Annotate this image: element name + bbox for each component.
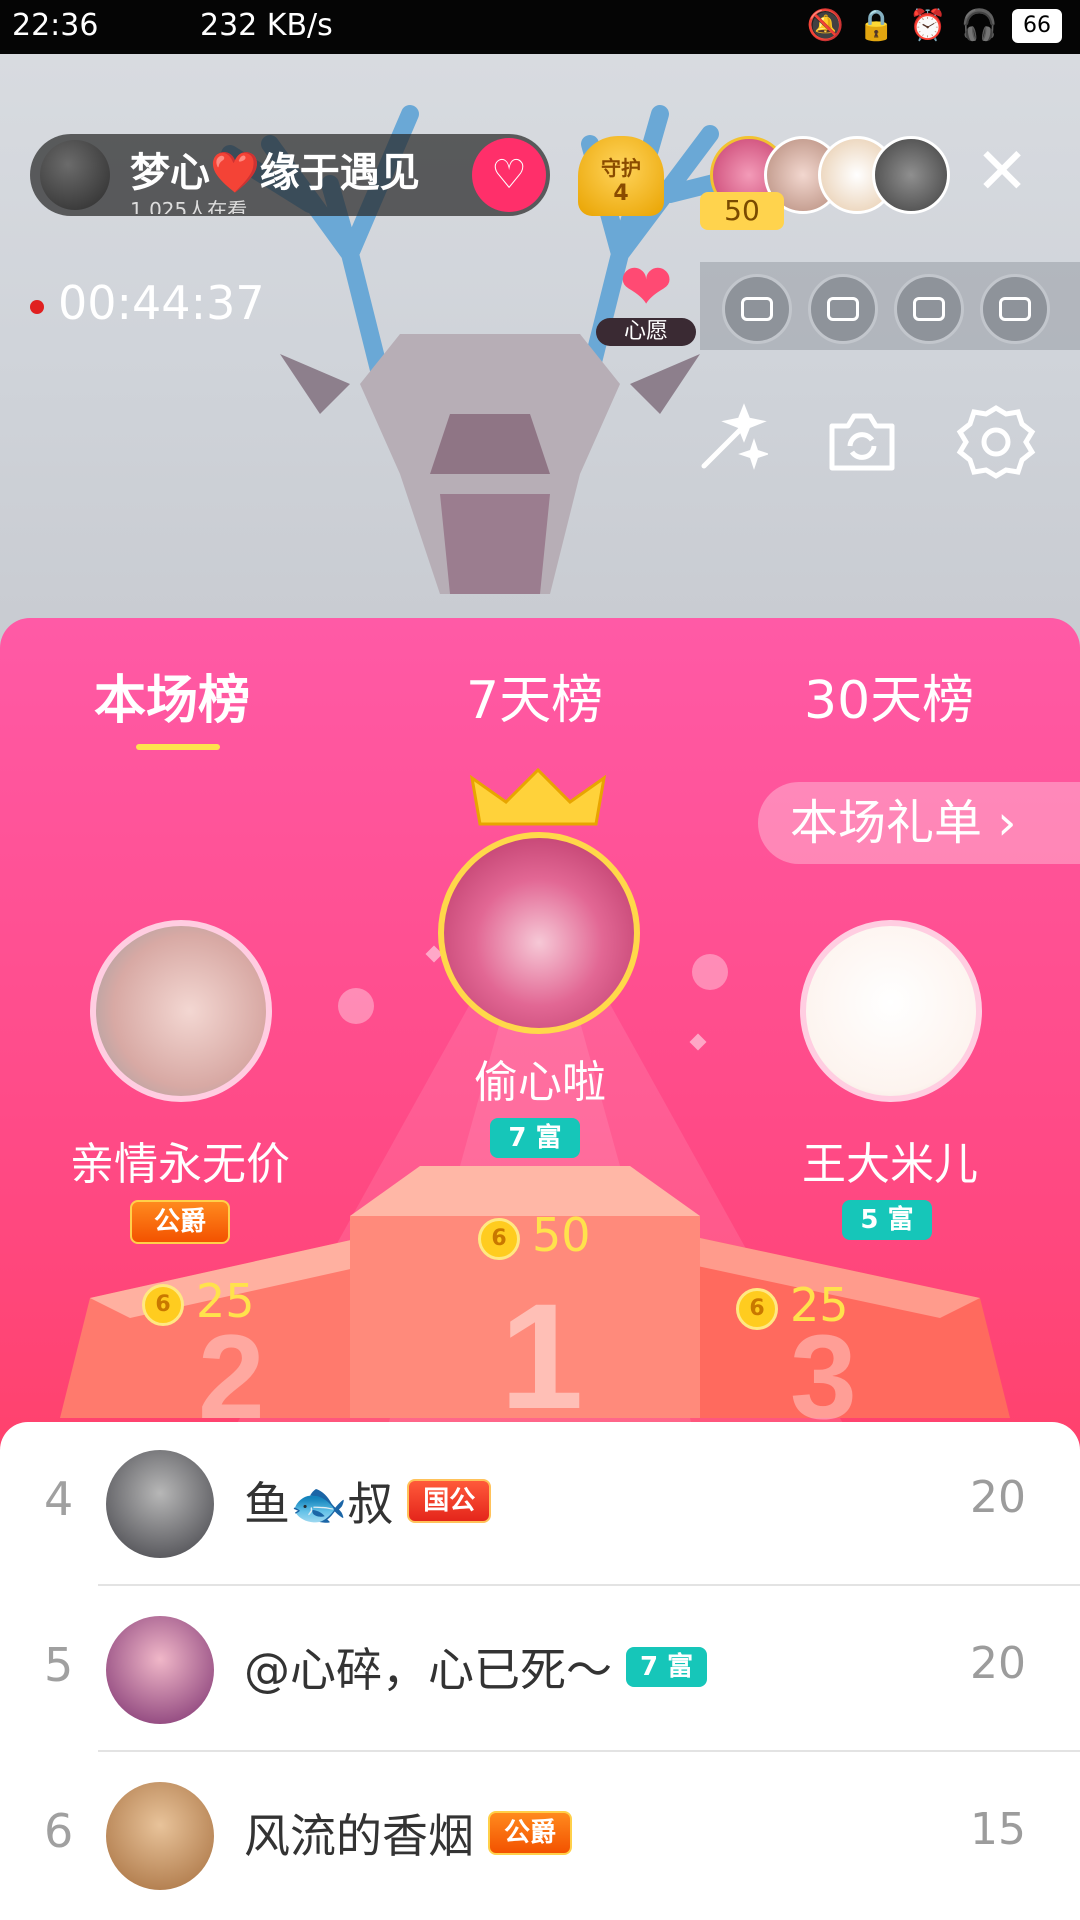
close-icon[interactable]: ✕: [972, 140, 1032, 204]
heart-face-icon: ❤: [619, 251, 673, 325]
guard-count: 4: [613, 181, 629, 206]
host-name: 梦心❤️缘于遇见: [130, 150, 420, 196]
coin-icon: 6: [142, 1283, 184, 1326]
sofa-seat-icon[interactable]: [980, 274, 1050, 344]
title-badge: 公爵: [488, 1811, 573, 1855]
viewer-count-text: 1,025人在看: [130, 198, 248, 214]
rank-1-wealth-badge: 7 富: [490, 1118, 580, 1158]
headphones-icon: 🎧: [960, 8, 998, 43]
divider: [98, 1750, 1080, 1752]
live-timer: 00:44:37: [30, 276, 265, 330]
rank-2-avatar[interactable]: [90, 920, 272, 1102]
list-rank: 5: [44, 1638, 74, 1692]
ranking-list: 4 鱼🐟叔 国公 20 5 @心碎，心已死～ 7 富 20 6 风流的香烟 公爵…: [0, 1422, 1080, 1920]
rank-2-title-badge: 公爵: [130, 1200, 230, 1244]
host-info-pill[interactable]: 梦心❤️缘于遇见 1,025人在看 ♡: [30, 134, 550, 216]
live-video[interactable]: 梦心❤️缘于遇见 1,025人在看 ♡ 守护 4 50 ✕ 00:44:37 ❤…: [0, 54, 1080, 654]
list-score: 20: [970, 1472, 1026, 1523]
lock-icon: 🔒: [857, 8, 896, 43]
coin-icon: 6: [736, 1287, 778, 1330]
list-user: @心碎，心已死～ 7 富: [244, 1634, 708, 1700]
rank-2-coins: 6 25: [142, 1274, 255, 1328]
sofa-seat-icon[interactable]: [894, 274, 964, 344]
crown-icon: [470, 768, 606, 826]
rank-2-name[interactable]: 亲情永无价: [40, 1128, 320, 1192]
coin-icon: 6: [478, 1217, 520, 1260]
list-user-name[interactable]: @心碎，心已死～: [244, 1634, 612, 1700]
title-badge: 国公: [407, 1479, 492, 1523]
follow-button[interactable]: ♡: [472, 138, 546, 212]
network-speed: 232 KB/s: [200, 8, 333, 43]
list-user-name[interactable]: 风流的香烟: [244, 1800, 474, 1866]
guard-label: 守护: [601, 156, 641, 180]
rank-3-avatar[interactable]: [800, 920, 982, 1102]
list-rank: 6: [44, 1804, 74, 1858]
flip-camera-icon[interactable]: [822, 402, 902, 482]
rank-2-coin-value: 25: [196, 1274, 255, 1328]
avatar[interactable]: [106, 1782, 214, 1890]
avatar[interactable]: [106, 1616, 214, 1724]
list-user: 鱼🐟叔 国公: [244, 1468, 492, 1534]
rank-3-name[interactable]: 王大米儿: [760, 1128, 1020, 1192]
list-item[interactable]: 5 @心碎，心已死～ 7 富 20: [0, 1588, 1080, 1752]
status-icons: 🔕 🔒 ⏰ 🎧 66: [807, 8, 1062, 43]
podium-rank-1: 1: [500, 1272, 583, 1440]
recording-dot-icon: [30, 299, 44, 314]
bell-icon: 🔕: [806, 8, 844, 43]
rank-1-name[interactable]: 偷心啦: [440, 1046, 640, 1110]
wish-button[interactable]: ❤ 心愿: [596, 251, 696, 346]
sofa-seat-icon[interactable]: [722, 274, 792, 344]
list-user-name[interactable]: 鱼🐟叔: [244, 1468, 393, 1534]
rank-3-wealth-badge: 5 富: [842, 1200, 932, 1240]
status-time: 22:36: [12, 8, 99, 43]
battery-icon: 66: [1012, 8, 1062, 43]
list-score: 15: [970, 1804, 1026, 1855]
top-viewer-score-badge: 50: [700, 192, 784, 230]
wealth-badge: 7 富: [626, 1647, 708, 1687]
rank-1-coins: 6 50: [478, 1208, 591, 1262]
gear-icon[interactable]: [956, 402, 1036, 482]
avatar[interactable]: [106, 1450, 214, 1558]
list-user: 风流的香烟 公爵: [244, 1800, 573, 1866]
rank-3-coins: 6 25: [736, 1278, 849, 1332]
heart-plus-icon: ♡: [491, 152, 527, 198]
magic-wand-icon[interactable]: [688, 402, 768, 482]
status-bar: 22:36 232 KB/s 🔕 🔒 ⏰ 🎧 66: [0, 0, 1080, 54]
wish-label: 心愿: [596, 318, 696, 346]
alarm-icon: ⏰: [909, 8, 947, 43]
rank-1-coin-value: 50: [532, 1208, 591, 1262]
sofa-seat-icon[interactable]: [808, 274, 878, 344]
guard-badge[interactable]: 守护 4: [578, 136, 664, 216]
list-score: 20: [970, 1638, 1026, 1689]
divider: [98, 1584, 1080, 1586]
list-item[interactable]: 6 风流的香烟 公爵 15: [0, 1754, 1080, 1918]
host-avatar[interactable]: [40, 140, 110, 210]
list-item[interactable]: 4 鱼🐟叔 国公 20: [0, 1422, 1080, 1586]
list-rank: 4: [44, 1472, 74, 1526]
rank-1-avatar[interactable]: [438, 832, 640, 1034]
rank-3-coin-value: 25: [790, 1278, 849, 1332]
viewer-avatar[interactable]: [872, 136, 950, 214]
seat-bar: [700, 262, 1080, 350]
live-timer-text: 00:44:37: [58, 276, 265, 330]
